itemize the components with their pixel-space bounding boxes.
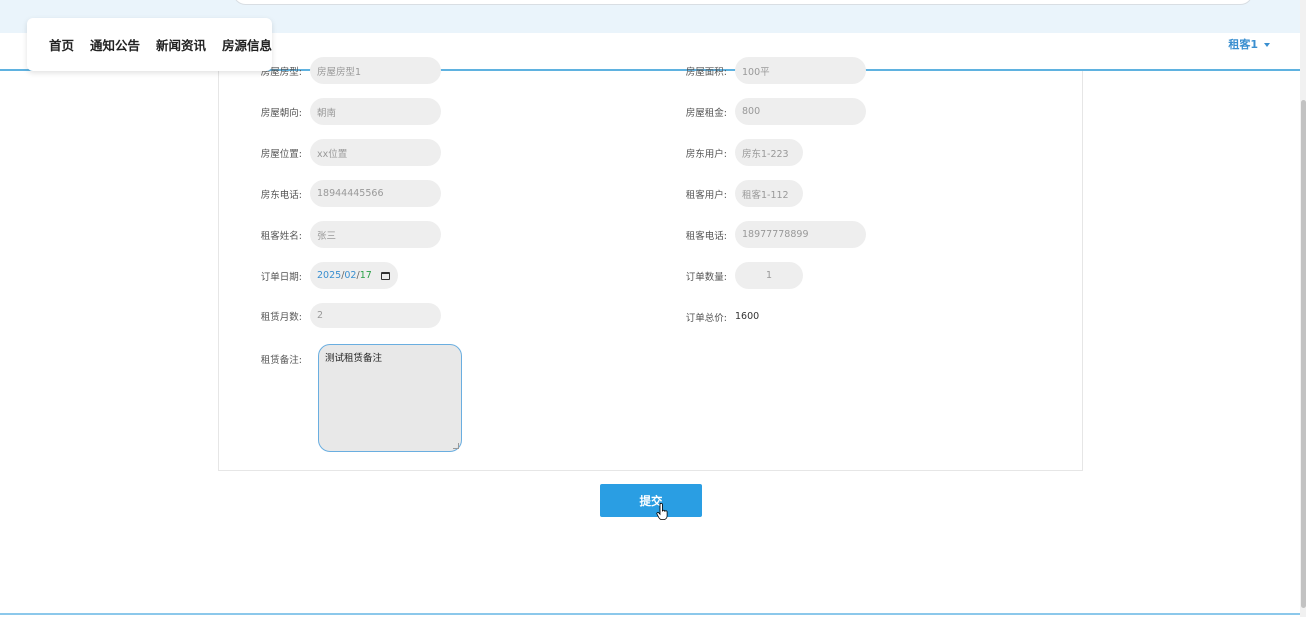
field-tenant-phone: 租客电话: 18977778899 [637,221,866,248]
orientation-input[interactable]: 朝南 [310,98,441,125]
search-bar[interactable] [233,0,1253,5]
calendar-icon[interactable] [380,271,390,280]
date-month: 02 [344,270,357,281]
field-orientation: 房屋朝向: 朝南 [212,98,441,125]
nav-item-listings[interactable]: 房源信息 [222,35,272,54]
field-location: 房屋位置: xx位置 [212,139,441,166]
field-label: 房屋朝向: [260,107,302,119]
field-rental-remarks: 租赁备注: [212,344,310,366]
field-landlord-phone: 房东电话: 18944445566 [212,180,441,207]
location-input[interactable]: xx位置 [310,139,441,166]
field-order-quantity: 订单数量: 1 [637,262,803,289]
tenant-name-input[interactable]: 张三 [310,221,441,248]
field-label: 租客姓名: [260,230,302,242]
field-house-rent: 房屋租金: 800 [637,98,866,125]
tenant-phone-input[interactable]: 18977778899 [735,221,866,248]
submit-button[interactable]: 提交 [600,484,702,517]
house-rent-input[interactable]: 800 [735,98,866,125]
nav-item-home[interactable]: 首页 [49,35,74,54]
user-menu[interactable]: 租客1 [1228,36,1270,52]
field-label: 房屋位置: [260,148,302,160]
field-label: 房屋面积: [685,66,727,78]
scrollbar-thumb[interactable] [1301,100,1306,608]
user-name: 租客1 [1228,38,1258,51]
field-tenant-user: 租客用户: 租客1-112 [637,180,803,207]
nav-item-notices[interactable]: 通知公告 [90,35,140,54]
landlord-user-input[interactable]: 房东1-223 [735,139,803,166]
field-order-total: 订单总价: 1600 [637,303,759,330]
field-label: 订单总价: [685,312,727,324]
field-label: 订单日期: [260,271,302,283]
field-label: 租赁备注: [260,355,302,366]
rental-months-input[interactable]: 2 [310,303,441,328]
field-rental-months: 租赁月数: 2 [212,303,441,328]
field-label: 租客电话: [685,230,727,242]
rental-remarks-textarea[interactable]: 测试租赁备注 [318,344,462,452]
order-date-input[interactable]: 2025/02/17 [310,262,398,289]
hand-pointer-icon [656,503,668,520]
field-house-area: 房屋面积: 100平 [637,57,866,84]
nav-menu: 首页 通知公告 新闻资讯 房源信息 [27,18,272,71]
field-tenant-name: 租客姓名: 张三 [212,221,441,248]
chevron-down-icon [1264,43,1270,47]
resize-handle-icon[interactable] [453,443,459,449]
field-label: 租赁月数: [260,311,302,323]
date-day: 17 [359,270,372,281]
house-area-input[interactable]: 100平 [735,57,866,84]
order-total-value: 1600 [735,311,760,322]
date-year: 2025 [317,270,342,281]
field-label: 房东用户: [685,148,727,160]
field-order-date: 订单日期: 2025/02/17 [212,262,398,289]
footer-divider [0,613,1301,615]
field-landlord-user: 房东用户: 房东1-223 [637,139,803,166]
field-label: 房东电话: [260,189,302,201]
tenant-user-input[interactable]: 租客1-112 [735,180,803,207]
field-label: 订单数量: [685,271,727,283]
house-type-input[interactable]: 房屋房型1 [310,57,441,84]
nav-item-news[interactable]: 新闻资讯 [156,35,206,54]
field-label: 租客用户: [685,189,727,201]
landlord-phone-input[interactable]: 18944445566 [310,180,441,207]
order-quantity-input[interactable]: 1 [735,262,803,289]
field-label: 房屋租金: [685,107,727,119]
remarks-text: 测试租赁备注 [325,353,383,364]
